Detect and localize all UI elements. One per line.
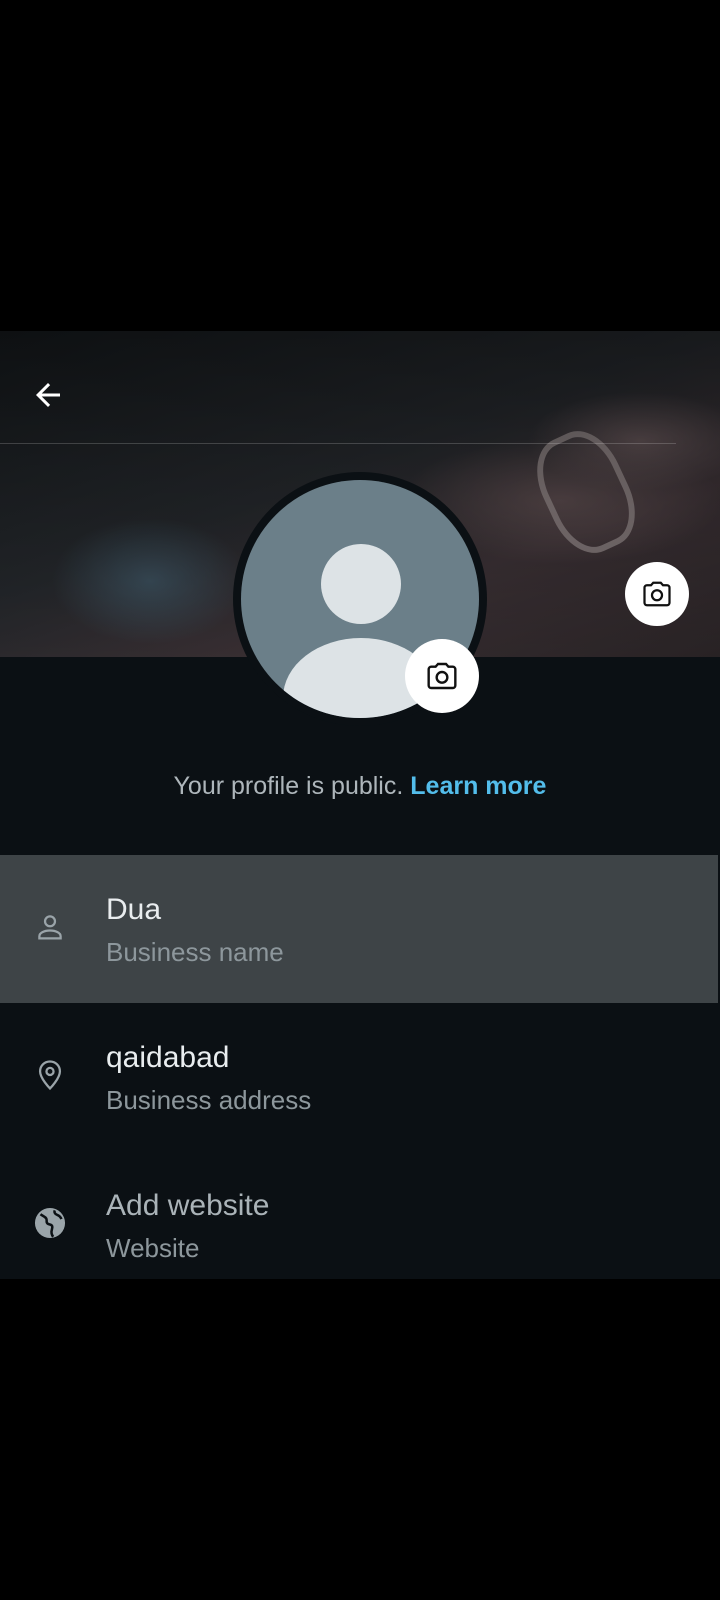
avatar-head (321, 544, 401, 624)
business-name-value: Dua (106, 893, 162, 926)
business-address-value: qaidabad (106, 1041, 230, 1074)
business-address-row[interactable]: qaidabad Business address (0, 1003, 718, 1151)
header-divider (0, 443, 676, 444)
globe-icon (30, 1203, 70, 1243)
camera-icon (427, 662, 457, 690)
learn-more-link[interactable]: Learn more (410, 772, 546, 800)
edit-profile-photo-button[interactable] (405, 639, 479, 713)
add-website-value: Add website (106, 1189, 270, 1222)
edit-cover-photo-button[interactable] (625, 562, 689, 626)
website-label: Website (106, 1233, 200, 1263)
public-note-text: Your profile is public. (173, 772, 404, 800)
camera-icon (643, 581, 671, 607)
profile-screen: Your profile is public. Learn more Dua B… (0, 331, 720, 1279)
person-icon (30, 907, 70, 947)
back-button[interactable] (22, 369, 74, 421)
business-name-label: Business name (106, 937, 284, 967)
arrow-left-icon (36, 383, 60, 407)
profile-public-notice: Your profile is public. Learn more (0, 772, 720, 801)
business-name-row[interactable]: Dua Business name (0, 855, 718, 1003)
website-row[interactable]: Add website Website (0, 1151, 718, 1279)
location-pin-icon (30, 1055, 70, 1095)
business-address-label: Business address (106, 1085, 312, 1115)
cover-photo-ring (523, 419, 649, 565)
